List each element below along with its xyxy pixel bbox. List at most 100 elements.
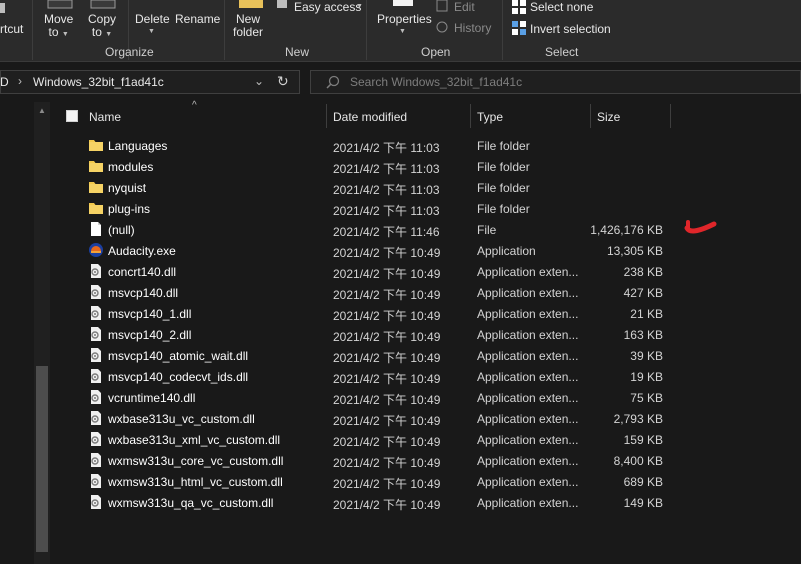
file-row[interactable]: msvcp140_1.dll 2021/4/2 下午 10:49 Applicati… xyxy=(60,303,680,324)
file-date-modified: 2021/4/2 下午 10:49 xyxy=(333,288,441,302)
file-row[interactable]: Audacity.exe 2021/4/2 下午 10:49 Application… xyxy=(60,240,680,261)
file-name: msvcp140_codecvt_ids.dll xyxy=(108,370,249,384)
file-type: Application exten... xyxy=(477,412,579,426)
invert-selection-icon xyxy=(512,21,526,35)
breadcrumb-current-folder[interactable]: Windows_32bit_f1ad41c xyxy=(33,75,164,89)
file-size: 163 KB xyxy=(623,328,663,342)
edit-label: Edit xyxy=(454,0,475,14)
file-row[interactable]: plug-ins 2021/4/2 下午 11:03 File folder xyxy=(60,198,680,219)
navigation-scroll-thumb[interactable] xyxy=(36,366,48,552)
scroll-up-icon[interactable]: ▲ xyxy=(38,106,46,115)
delete-label: Delete xyxy=(135,12,170,26)
dll-icon xyxy=(88,494,104,510)
delete-button[interactable]: Delete ▼ xyxy=(132,0,172,40)
file-size: 39 KB xyxy=(630,349,663,363)
file-type: File folder xyxy=(477,160,530,174)
column-header-date-modified[interactable]: Date modified xyxy=(333,110,407,124)
history-icon xyxy=(436,21,448,33)
file-row[interactable]: wxmsw313u_core_vc_custom.dll 2021/4/2 下午 … xyxy=(60,450,680,471)
file-row[interactable]: wxmsw313u_html_vc_custom.dll 2021/4/2 下午 … xyxy=(60,471,680,492)
column-header-size[interactable]: Size xyxy=(597,110,620,124)
file-date-modified: 2021/4/2 下午 11:03 xyxy=(333,141,440,155)
red-marker-annotation xyxy=(684,220,717,234)
file-date-modified: 2021/4/2 下午 10:49 xyxy=(333,498,441,512)
file-date-modified: 2021/4/2 下午 11:03 xyxy=(333,183,440,197)
invert-selection-button[interactable]: Invert selection xyxy=(510,20,620,38)
column-divider[interactable] xyxy=(470,104,471,128)
file-row[interactable]: nyquist 2021/4/2 下午 11:03 File folder xyxy=(60,177,680,198)
folder-icon xyxy=(88,158,104,174)
file-row[interactable]: modules 2021/4/2 下午 11:03 File folder xyxy=(60,156,680,177)
file-name: Audacity.exe xyxy=(108,244,176,258)
column-divider[interactable] xyxy=(590,104,591,128)
file-type: Application exten... xyxy=(477,454,579,468)
file-row[interactable]: (null) 2021/4/2 下午 11:46 File 1,426,176 KB xyxy=(60,219,680,240)
file-row[interactable]: msvcp140.dll 2021/4/2 下午 10:49 Application… xyxy=(60,282,680,303)
file-name: vcruntime140.dll xyxy=(108,391,196,405)
file-row[interactable]: wxbase313u_vc_custom.dll 2021/4/2 下午 10:4… xyxy=(60,408,680,429)
file-row[interactable]: Languages 2021/4/2 下午 11:03 File folder xyxy=(60,135,680,156)
file-row[interactable]: msvcp140_codecvt_ids.dll 2021/4/2 下午 10:4… xyxy=(60,366,680,387)
move-to-label: Move to ▼ xyxy=(44,12,74,39)
file-size: 427 KB xyxy=(623,286,663,300)
address-dropdown-icon[interactable]: ⌄ xyxy=(254,74,264,88)
ribbon-separator xyxy=(366,0,367,60)
properties-button[interactable]: Properties ▼ xyxy=(373,0,433,40)
copy-to-button[interactable]: Copy to ▼ xyxy=(85,0,125,40)
folder-icon xyxy=(88,179,104,195)
file-type: File folder xyxy=(477,202,530,216)
group-label-select: Select xyxy=(545,45,579,59)
column-divider[interactable] xyxy=(670,104,671,128)
file-row[interactable]: wxbase313u_xml_vc_custom.dll 2021/4/2 下午 … xyxy=(60,429,680,450)
easy-access-label: Easy access xyxy=(294,0,362,14)
file-size: 149 KB xyxy=(623,496,663,510)
refresh-icon[interactable]: ↻ xyxy=(277,73,289,90)
chevron-down-icon: ▼ xyxy=(105,31,113,38)
file-size: 159 KB xyxy=(623,433,663,447)
select-none-button[interactable]: Select none xyxy=(510,0,600,16)
copy-to-label: Copy to ▼ xyxy=(88,12,117,39)
file-size: 8,400 KB xyxy=(613,454,663,468)
properties-label: Properties xyxy=(377,12,432,26)
file-row[interactable]: concrt140.dll 2021/4/2 下午 10:49 Applicatio… xyxy=(60,261,680,282)
file-size: 13,305 KB xyxy=(606,244,663,258)
file-name: (null) xyxy=(108,223,135,237)
file-type: Application exten... xyxy=(477,265,579,279)
history-button[interactable]: History xyxy=(436,20,496,36)
select-all-checkbox[interactable] xyxy=(66,110,78,122)
paste-shortcut-button[interactable]: rtcut xyxy=(0,0,28,40)
column-header-name[interactable]: Name xyxy=(89,110,121,124)
dll-icon xyxy=(88,452,104,468)
file-size: 19 KB xyxy=(630,370,663,384)
file-type: Application exten... xyxy=(477,370,579,384)
group-label-new: New xyxy=(285,45,310,59)
file-size: 75 KB xyxy=(630,391,663,405)
file-name: msvcp140_2.dll xyxy=(108,328,192,342)
dll-icon xyxy=(88,347,104,363)
column-header-type[interactable]: Type xyxy=(477,110,503,124)
search-input[interactable]: Search Windows_32bit_f1ad41c xyxy=(350,75,522,89)
file-name: modules xyxy=(108,160,154,174)
edit-icon xyxy=(436,0,448,12)
new-folder-button[interactable]: New folder xyxy=(230,0,272,40)
address-prefix: D xyxy=(0,75,9,89)
rename-button[interactable]: Rename xyxy=(174,0,220,40)
file-row[interactable]: wxmsw313u_qa_vc_custom.dll 2021/4/2 下午 10… xyxy=(60,492,680,513)
edit-button[interactable]: Edit xyxy=(436,0,496,16)
column-divider[interactable] xyxy=(326,104,327,128)
move-to-button[interactable]: Move to ▼ xyxy=(40,0,82,40)
dll-icon xyxy=(88,431,104,447)
file-name: concrt140.dll xyxy=(108,265,177,279)
chevron-down-icon: ▼ xyxy=(399,28,406,35)
new-folder-icon xyxy=(239,0,263,8)
chevron-down-icon: ▼ xyxy=(61,31,69,38)
file-size: 689 KB xyxy=(623,475,663,489)
file-type: Application exten... xyxy=(477,307,579,321)
file-row[interactable]: msvcp140_2.dll 2021/4/2 下午 10:49 Applicati… xyxy=(60,324,680,345)
easy-access-button[interactable]: Easy access ▼ xyxy=(276,0,364,16)
file-row[interactable]: vcruntime140.dll 2021/4/2 下午 10:49 Applica… xyxy=(60,387,680,408)
file-row[interactable]: msvcp140_atomic_wait.dll 2021/4/2 下午 10:4… xyxy=(60,345,680,366)
file-name: msvcp140.dll xyxy=(108,286,179,300)
file-date-modified: 2021/4/2 下午 11:46 xyxy=(333,225,440,239)
ribbon-separator xyxy=(502,0,503,60)
